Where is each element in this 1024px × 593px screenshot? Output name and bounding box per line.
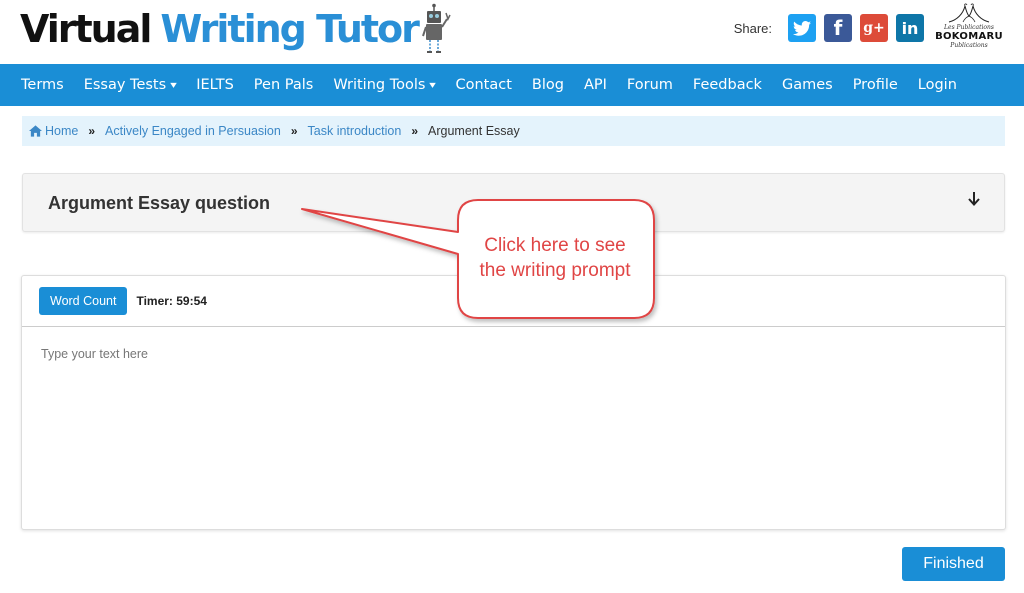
twitter-icon: [793, 20, 811, 36]
breadcrumb: Home » Actively Engaged in Persuasion » …: [22, 116, 1005, 146]
nav-label: Profile: [852, 77, 898, 93]
chevron-down-icon: ▾: [170, 79, 177, 91]
breadcrumb-link[interactable]: Task introduction: [308, 124, 402, 138]
question-panel-toggle[interactable]: Argument Essay question: [22, 173, 1005, 232]
nav-api[interactable]: API: [584, 77, 607, 93]
nav-contact[interactable]: Contact: [455, 77, 511, 93]
editor-toolbar: Word Count Timer: 59:54: [22, 276, 1005, 327]
facebook-icon: f: [833, 16, 843, 40]
breadcrumb-separator-icon: »: [290, 124, 298, 138]
nav-label: IELTS: [196, 77, 234, 93]
nav-pen-pals[interactable]: Pen Pals: [254, 77, 314, 93]
main-nav: Terms Essay Tests ▾ IELTS Pen Pals Writin…: [0, 64, 1024, 106]
twitter-share-button[interactable]: [788, 14, 816, 42]
nav-label: Contact: [455, 77, 512, 93]
nav-essay-tests[interactable]: Essay Tests ▾: [84, 77, 177, 93]
publisher-line1: Les Publications: [944, 24, 994, 31]
arrow-down-icon: [968, 192, 980, 206]
nav-blog[interactable]: Blog: [532, 77, 564, 93]
breadcrumb-link[interactable]: Actively Engaged in Persuasion: [105, 124, 281, 138]
logo-text-virtual: Virtual: [20, 7, 152, 51]
nav-terms[interactable]: Terms: [21, 77, 64, 93]
nav-writing-tools[interactable]: Writing Tools ▾: [333, 77, 437, 93]
word-count-button[interactable]: Word Count: [39, 287, 128, 315]
nav-games[interactable]: Games: [782, 77, 833, 93]
chevron-down-icon: ▾: [429, 79, 437, 91]
nav-label: Writing Tools: [333, 77, 426, 93]
google-plus-share-button[interactable]: g+: [860, 14, 888, 42]
site-logo[interactable]: Virtual Writing Tutor: [20, 0, 452, 58]
question-title: Argument Essay question: [48, 193, 271, 213]
publisher-line2: Publications: [950, 42, 988, 49]
breadcrumb-home-label: Home: [45, 124, 79, 138]
breadcrumb-separator-icon: »: [411, 124, 419, 138]
facebook-share-button[interactable]: f: [824, 14, 852, 42]
linkedin-share-button[interactable]: in: [896, 14, 924, 42]
breadcrumb-current: Argument Essay: [428, 124, 520, 138]
publisher-emblem-icon: [948, 3, 990, 23]
nav-label: Login: [917, 77, 957, 93]
nav-label: Feedback: [692, 77, 762, 93]
google-plus-icon: g+: [863, 20, 885, 36]
nav-label: Essay Tests: [83, 77, 167, 93]
nav-feedback[interactable]: Feedback: [693, 77, 762, 93]
breadcrumb-separator-icon: »: [88, 124, 96, 138]
nav-login[interactable]: Login: [918, 77, 957, 93]
publisher-name: BOKOMARU: [935, 31, 1003, 42]
nav-label: Games: [781, 77, 833, 93]
timer: Timer: 59:54: [136, 294, 207, 308]
logo-text-writing-tutor: Writing Tutor: [160, 7, 419, 51]
robot-icon: [421, 3, 451, 53]
breadcrumb-home[interactable]: Home: [29, 124, 78, 138]
nav-ielts[interactable]: IELTS: [196, 77, 234, 93]
callout-line1: Click here to see: [484, 235, 626, 256]
nav-forum[interactable]: Forum: [627, 77, 673, 93]
nav-label: Pen Pals: [253, 77, 314, 93]
essay-text-input[interactable]: [22, 327, 1005, 527]
nav-label: API: [583, 77, 607, 93]
publisher-logo[interactable]: Les Publications BOKOMARU Publications: [934, 2, 1004, 49]
home-icon: [29, 125, 42, 137]
linkedin-icon: in: [901, 18, 919, 38]
nav-label: Forum: [626, 77, 673, 93]
nav-label: Terms: [21, 77, 64, 93]
share-label: Share:: [733, 20, 772, 36]
finished-button[interactable]: Finished: [902, 547, 1005, 581]
nav-label: Blog: [531, 77, 564, 93]
share-bar: Share: f g+ in: [734, 14, 924, 42]
nav-profile[interactable]: Profile: [853, 77, 898, 93]
essay-editor-panel: Word Count Timer: 59:54: [21, 275, 1006, 530]
site-header: Virtual Writing Tutor Share: f g+ in Les…: [0, 0, 1024, 64]
